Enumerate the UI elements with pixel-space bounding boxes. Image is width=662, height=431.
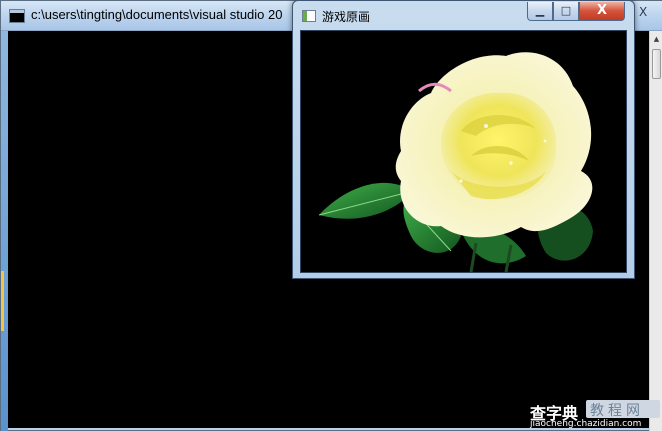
frame-accent — [1, 271, 4, 331]
window-left-frame — [1, 31, 8, 431]
rose-image — [301, 31, 626, 273]
maximize-button[interactable]: □ — [553, 2, 579, 21]
image-window-title: 游戏原画 — [322, 10, 371, 24]
image-display-area — [300, 30, 627, 273]
image-window-icon — [302, 10, 316, 22]
watermark: 查字典 教程网 jiaocheng.chazidian.com — [530, 398, 662, 431]
vertical-scrollbar[interactable]: ▲ — [649, 31, 662, 431]
minimize-icon: ▁ — [535, 4, 545, 17]
image-titlebar[interactable]: 游戏原画 ▁ □ X — [293, 1, 634, 31]
minimize-button[interactable]: ▁ — [527, 2, 553, 21]
console-title: c:\users\tingting\documents\visual studi… — [31, 7, 283, 22]
scroll-thumb[interactable] — [652, 49, 661, 79]
maximize-icon: □ — [560, 4, 572, 17]
watermark-url: jiaocheng.chazidian.com — [530, 419, 642, 429]
scroll-up-arrow-icon[interactable]: ▲ — [650, 31, 662, 47]
watermark-sub: 教程网 — [590, 403, 644, 419]
close-button[interactable]: X — [579, 2, 625, 21]
image-window: 游戏原画 ▁ □ X — [292, 0, 635, 279]
console-icon — [9, 9, 25, 23]
console-close-icon[interactable]: X — [639, 5, 647, 19]
close-icon: X — [596, 3, 608, 18]
